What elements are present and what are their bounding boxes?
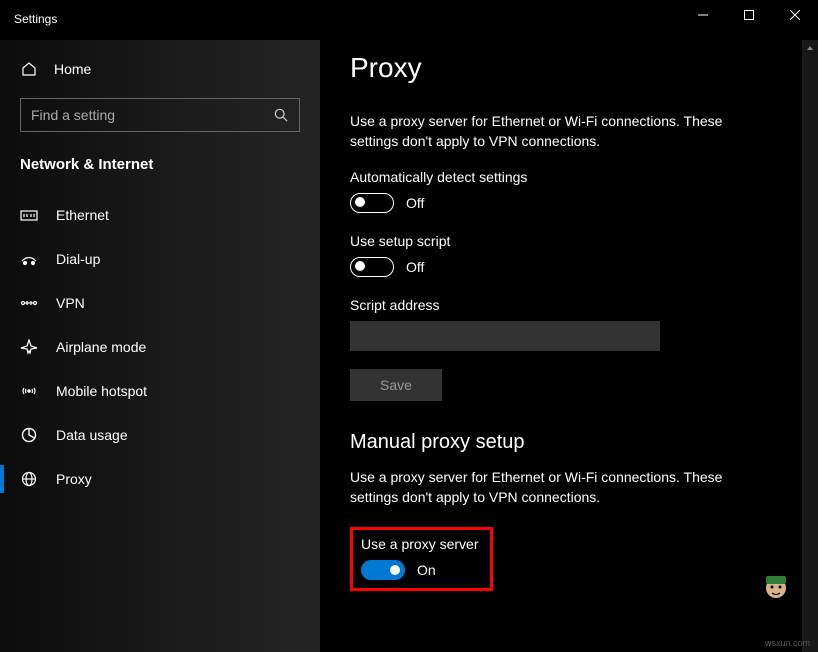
datausage-icon xyxy=(20,426,38,444)
use-proxy-toggle[interactable] xyxy=(361,560,405,580)
titlebar: Settings xyxy=(0,0,818,40)
manual-proxy-desc: Use a proxy server for Ethernet or Wi-Fi… xyxy=(350,468,772,507)
highlight-annotation: Use a proxy server On xyxy=(350,527,493,591)
page-title: Proxy xyxy=(350,52,772,84)
auto-detect-label: Automatically detect settings xyxy=(350,169,772,185)
ethernet-icon xyxy=(20,206,38,224)
window-controls xyxy=(680,0,818,30)
minimize-button[interactable] xyxy=(680,0,726,30)
nav-item-datausage[interactable]: Data usage xyxy=(0,413,320,457)
nav-label: Proxy xyxy=(56,471,92,487)
nav-label: VPN xyxy=(56,295,85,311)
auto-detect-toggle[interactable] xyxy=(350,193,394,213)
avatar-decoration xyxy=(758,568,794,604)
nav-label: Dial-up xyxy=(56,251,100,267)
nav-item-vpn[interactable]: VPN xyxy=(0,281,320,325)
dialup-icon xyxy=(20,250,38,268)
nav-label: Ethernet xyxy=(56,207,109,223)
sidebar: Home Network & Internet Ethernet xyxy=(0,40,320,652)
nav-item-hotspot[interactable]: Mobile hotspot xyxy=(0,369,320,413)
use-script-toggle[interactable] xyxy=(350,257,394,277)
nav-label: Mobile hotspot xyxy=(56,383,147,399)
nav-list: Ethernet Dial-up VPN xyxy=(0,193,320,501)
maximize-button[interactable] xyxy=(726,0,772,30)
save-button[interactable]: Save xyxy=(350,369,442,401)
vpn-icon xyxy=(20,294,38,312)
auto-detect-state: Off xyxy=(406,195,424,211)
nav-item-dialup[interactable]: Dial-up xyxy=(0,237,320,281)
nav-label: Airplane mode xyxy=(56,339,146,355)
content-pane: Proxy Use a proxy server for Ethernet or… xyxy=(320,40,802,652)
proxy-icon xyxy=(20,470,38,488)
search-icon xyxy=(272,106,290,124)
vertical-scrollbar[interactable] xyxy=(802,40,818,652)
auto-proxy-desc: Use a proxy server for Ethernet or Wi-Fi… xyxy=(350,112,772,151)
nav-label: Data usage xyxy=(56,427,128,443)
airplane-icon xyxy=(20,338,38,356)
use-script-label: Use setup script xyxy=(350,233,772,249)
nav-item-ethernet[interactable]: Ethernet xyxy=(0,193,320,237)
script-address-input[interactable] xyxy=(350,321,660,351)
home-label: Home xyxy=(54,61,91,77)
window-title: Settings xyxy=(14,10,57,26)
close-button[interactable] xyxy=(772,0,818,30)
use-proxy-state: On xyxy=(417,562,436,578)
watermark: wsxun.com xyxy=(765,638,810,648)
category-heading: Network & Internet xyxy=(0,150,320,193)
script-address-label: Script address xyxy=(350,297,772,313)
nav-item-proxy[interactable]: Proxy xyxy=(0,457,320,501)
scroll-up-arrow[interactable] xyxy=(802,40,818,56)
manual-section-heading: Manual proxy setup xyxy=(350,431,772,454)
search-input[interactable] xyxy=(20,98,300,132)
search-row xyxy=(20,98,300,132)
nav-item-airplane[interactable]: Airplane mode xyxy=(0,325,320,369)
use-script-state: Off xyxy=(406,259,424,275)
use-proxy-label: Use a proxy server xyxy=(361,536,478,552)
home-nav[interactable]: Home xyxy=(0,50,320,88)
hotspot-icon xyxy=(20,382,38,400)
home-icon xyxy=(20,60,38,78)
